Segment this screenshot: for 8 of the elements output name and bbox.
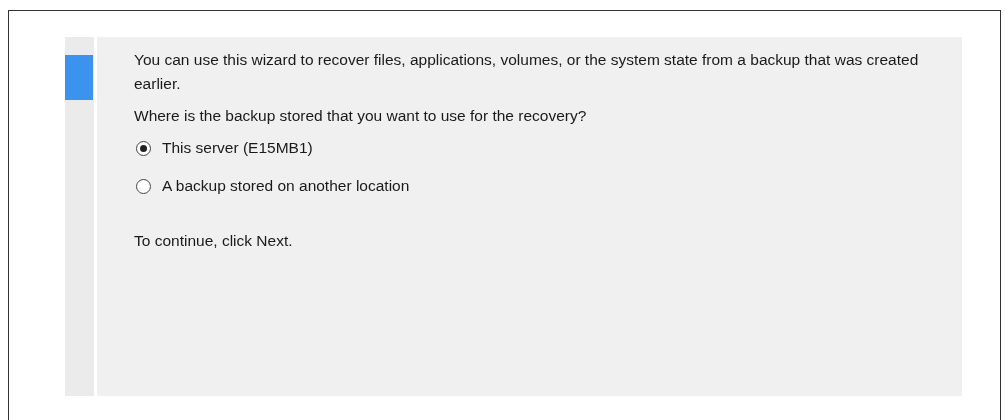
step-marker bbox=[65, 55, 93, 100]
radio-button[interactable] bbox=[136, 140, 151, 156]
question-text: Where is the backup stored that you want to use for the recovery? bbox=[134, 106, 588, 126]
option-label[interactable]: A backup stored on another location bbox=[162, 177, 410, 195]
instruction-text: To continue, click Next. bbox=[134, 231, 294, 251]
radio-button[interactable] bbox=[136, 178, 151, 194]
option-label[interactable]: This server (E15MB1) bbox=[162, 139, 313, 157]
intro-text: You can use this wizard to recover files, applications, volumes, or the system state from a backup that was created earlier. bbox=[134, 50, 920, 94]
